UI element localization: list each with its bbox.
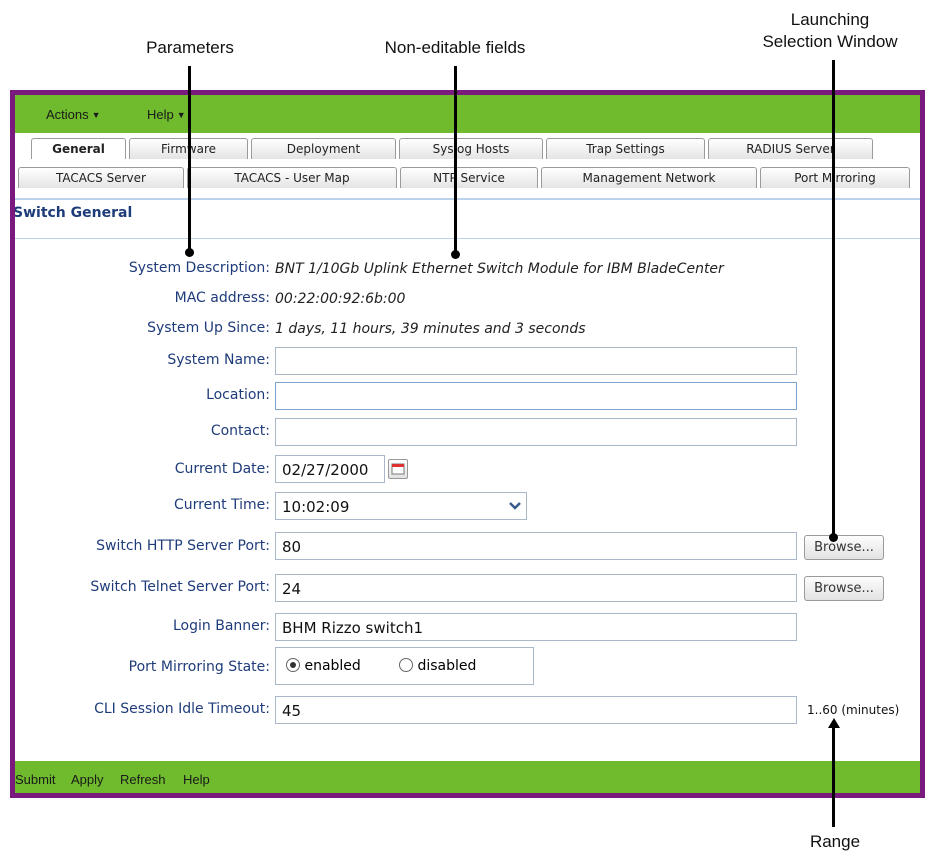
current-time-select[interactable]: 10:02:09 bbox=[275, 492, 527, 520]
help-menu[interactable]: Help ▼ bbox=[147, 107, 186, 122]
refresh-link[interactable]: Refresh bbox=[120, 772, 166, 787]
launching-annotation-line2: Selection Window bbox=[762, 32, 898, 51]
mac-address-value: 00:22:00:92:6b:00 bbox=[275, 291, 406, 307]
range-pointer-line bbox=[832, 727, 835, 827]
system-description-label: System Description: bbox=[128, 260, 270, 276]
radio-disabled-label: disabled bbox=[417, 658, 477, 674]
contact-label: Contact: bbox=[210, 423, 270, 439]
caret-down-icon: ▼ bbox=[176, 110, 186, 120]
actions-menu[interactable]: Actions ▼ bbox=[46, 107, 101, 122]
mac-address-label: MAC address: bbox=[174, 290, 270, 306]
help-menu-label: Help bbox=[147, 107, 174, 122]
port-mirroring-state-label: Port Mirroring State: bbox=[128, 659, 270, 675]
menu-bar: Actions ▼ Help ▼ bbox=[15, 95, 920, 133]
radio-enabled-label: enabled bbox=[304, 658, 361, 674]
non-editable-annotation: Non-editable fields bbox=[384, 38, 526, 57]
radio-selected-icon bbox=[286, 658, 300, 672]
caret-down-icon: ▼ bbox=[91, 110, 101, 120]
chevron-down-icon bbox=[509, 502, 521, 510]
calendar-button[interactable] bbox=[388, 459, 408, 479]
launching-pointer-line bbox=[832, 60, 835, 538]
system-up-since-value: 1 days, 11 hours, 39 minutes and 3 secon… bbox=[275, 321, 586, 337]
tab-deployment[interactable]: Deployment bbox=[251, 138, 396, 159]
http-browse-button[interactable]: Browse... bbox=[804, 535, 884, 560]
non-editable-pointer-dot bbox=[451, 250, 460, 259]
port-mirroring-radio-group: enabled disabled bbox=[275, 647, 534, 685]
current-time-value: 10:02:09 bbox=[282, 498, 350, 516]
app-window: Actions▼ Help▼ General Firmware Deployme… bbox=[10, 90, 925, 798]
tab-trap-settings[interactable]: Trap Settings bbox=[546, 138, 705, 159]
time-dropdown-button[interactable] bbox=[505, 494, 525, 518]
non-editable-pointer-line bbox=[454, 66, 457, 255]
contact-input[interactable] bbox=[275, 418, 797, 446]
cli-timeout-label: CLI Session Idle Timeout: bbox=[94, 701, 270, 717]
system-name-input[interactable] bbox=[275, 347, 797, 375]
tab-port-mirroring[interactable]: Port Mirroring bbox=[760, 167, 910, 188]
current-time-label: Current Time: bbox=[173, 497, 270, 513]
parameters-pointer-line bbox=[188, 66, 191, 253]
location-input[interactable] bbox=[275, 382, 797, 410]
http-port-input[interactable]: 80 bbox=[275, 532, 797, 560]
telnet-port-label: Switch Telnet Server Port: bbox=[90, 579, 270, 595]
tab-tacacs-server[interactable]: TACACS Server bbox=[18, 167, 184, 188]
apply-link[interactable]: Apply bbox=[71, 772, 104, 787]
submit-link[interactable]: Submit bbox=[15, 772, 55, 787]
help-link[interactable]: Help bbox=[183, 772, 210, 787]
range-annotation: Range bbox=[809, 832, 861, 851]
login-banner-label: Login Banner: bbox=[173, 618, 270, 634]
radio-enabled[interactable]: enabled bbox=[286, 658, 361, 674]
parameters-annotation: Parameters bbox=[146, 38, 234, 57]
login-banner-input[interactable]: BHM Rizzo switch1 bbox=[275, 613, 797, 641]
section-title: Switch General bbox=[13, 205, 133, 221]
tab-row-1: General Firmware Deployment Syslog Hosts… bbox=[15, 138, 920, 160]
telnet-port-input[interactable]: 24 bbox=[275, 574, 797, 602]
tab-management-network[interactable]: Management Network bbox=[541, 167, 757, 188]
actions-menu-label: Actions bbox=[46, 107, 89, 122]
system-up-since-label: System Up Since: bbox=[147, 320, 270, 336]
http-port-label: Switch HTTP Server Port: bbox=[96, 538, 270, 554]
tab-general[interactable]: General bbox=[31, 138, 126, 159]
tab-syslog-hosts[interactable]: Syslog Hosts bbox=[399, 138, 543, 159]
current-date-input[interactable]: 02/27/2000 bbox=[275, 455, 385, 483]
current-date-label: Current Date: bbox=[174, 461, 270, 477]
tab-ntp-service[interactable]: NTP Service bbox=[400, 167, 538, 188]
tab-row-2: TACACS Server TACACS - User Map NTP Serv… bbox=[15, 167, 920, 189]
parameters-pointer-dot bbox=[185, 248, 194, 257]
system-name-label: System Name: bbox=[167, 352, 270, 368]
radio-unselected-icon bbox=[399, 658, 413, 672]
system-description-value: BNT 1/10Gb Uplink Ethernet Switch Module… bbox=[275, 261, 724, 277]
launching-pointer-dot bbox=[829, 533, 838, 542]
tab-divider bbox=[15, 198, 920, 200]
calendar-icon bbox=[391, 463, 405, 475]
tab-radius-server[interactable]: RADIUS Server bbox=[708, 138, 873, 159]
cli-timeout-range: 1..60 (minutes) bbox=[807, 703, 900, 717]
radio-disabled[interactable]: disabled bbox=[399, 658, 476, 674]
section-divider bbox=[15, 238, 920, 239]
cli-timeout-input[interactable]: 45 bbox=[275, 696, 797, 724]
tab-tacacs-user-map[interactable]: TACACS - User Map bbox=[187, 167, 397, 188]
telnet-browse-button[interactable]: Browse... bbox=[804, 576, 884, 601]
launching-annotation-line1: Launching bbox=[790, 10, 870, 29]
location-label: Location: bbox=[206, 387, 270, 403]
